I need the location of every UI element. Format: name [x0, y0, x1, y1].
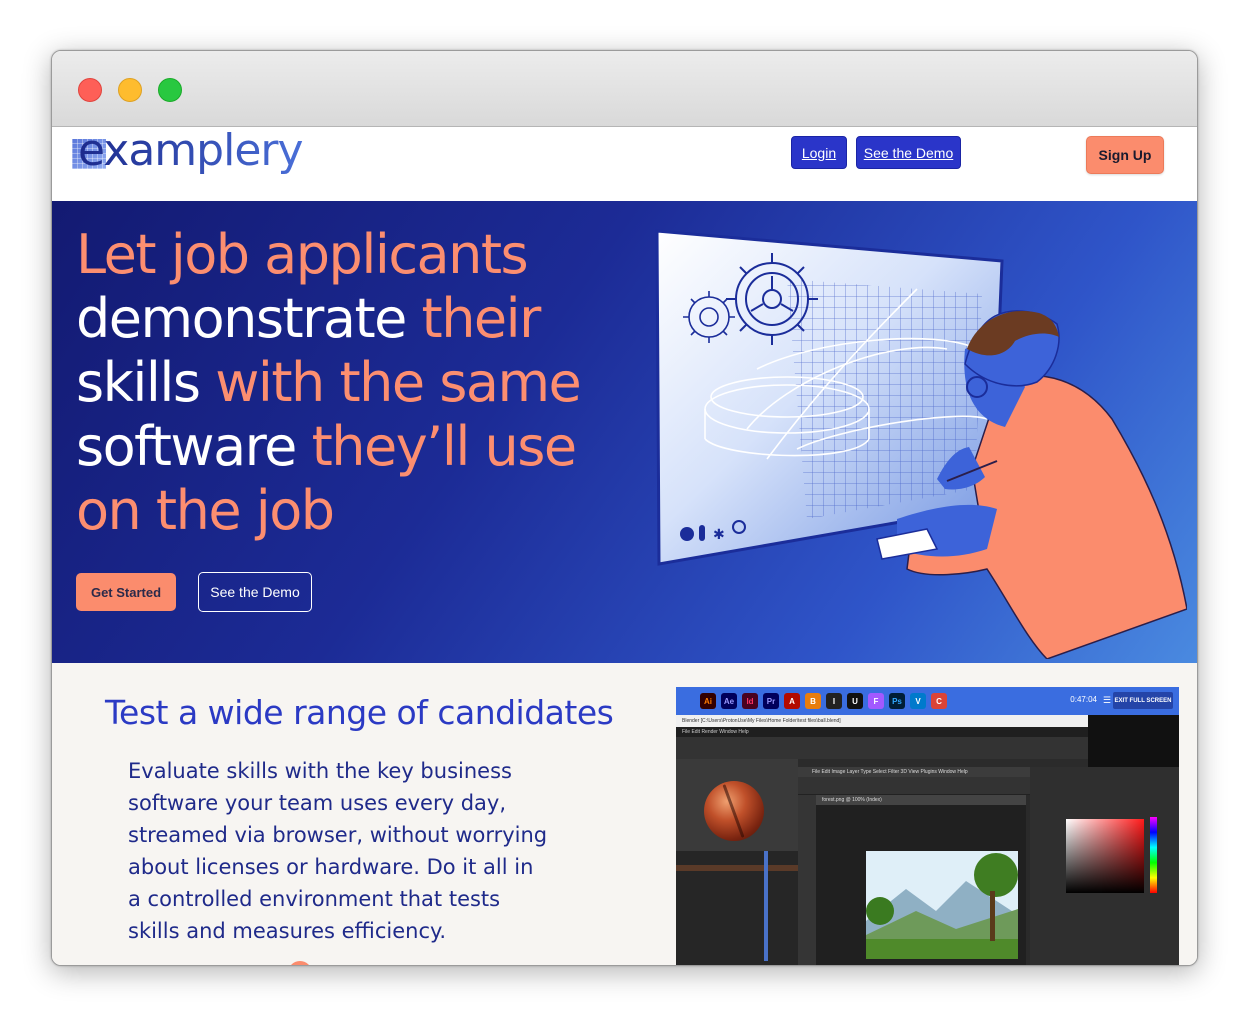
timeline-summary: [676, 865, 798, 871]
hero-section: Let job applicants demonstrate their ski…: [52, 201, 1197, 663]
site-logo[interactable]: examplery: [72, 127, 312, 187]
close-window-button[interactable]: [78, 78, 102, 102]
window-titlebar: [52, 51, 1197, 127]
photoshop-toolbox: [798, 795, 816, 965]
landscape-image: [866, 851, 1018, 959]
headline-part: they’ll use: [311, 415, 578, 478]
headline-part: with the same: [215, 351, 582, 414]
timeline-playhead: [764, 851, 768, 961]
hero-headline: Let job applicants demonstrate their ski…: [76, 223, 596, 543]
get-started-button[interactable]: Get Started: [76, 573, 176, 611]
blender-menu: File Edit Render Window Help: [676, 727, 1088, 737]
minimize-window-button[interactable]: [118, 78, 142, 102]
hero-illustration: ✱: [655, 229, 1187, 659]
photoshop-canvas: [816, 805, 1026, 965]
color-picker[interactable]: [1066, 819, 1144, 893]
blender-title: Blender [C:\Users\ProtonUse\My Files\Hom…: [676, 715, 1088, 727]
blender-icon[interactable]: B: [805, 693, 821, 709]
section-title: Test a wide range of candidates: [105, 693, 614, 732]
session-timer: 0:47:04: [1070, 695, 1097, 704]
blender-toolbar: [676, 737, 1088, 759]
streaming-taskbar: Ai Ae Id Pr A B I U F Ps V C 0:47:04 ☰ EXIT FULL SC…: [676, 687, 1179, 715]
web-page: examplery Login See the Demo Sign Up Let…: [52, 127, 1197, 965]
chrome-icon[interactable]: C: [931, 693, 947, 709]
document-tab: forest.png @ 100% (Index): [816, 795, 1026, 805]
app-screenshot: Ai Ae Id Pr A B I U F Ps V C 0:47:04 ☰ EXIT FULL SC…: [676, 687, 1179, 965]
zoom-window-button[interactable]: [158, 78, 182, 102]
svg-text:✱: ✱: [713, 527, 725, 543]
figma-icon[interactable]: F: [868, 693, 884, 709]
acrobat-icon[interactable]: A: [784, 693, 800, 709]
premiere-icon[interactable]: Pr: [763, 693, 779, 709]
photoshop-window: File Edit Image Layer Type Select Filter…: [798, 767, 1179, 965]
section-body: Evaluate skills with the key business so…: [128, 759, 548, 943]
headline-part: demonstrate: [76, 287, 422, 350]
inkscape-icon[interactable]: I: [826, 693, 842, 709]
sign-up-button[interactable]: Sign Up: [1086, 136, 1164, 174]
blender-viewport: [676, 759, 798, 851]
logo-wordmark: examplery: [78, 127, 304, 176]
see-demo-nav-button[interactable]: See the Demo: [856, 136, 961, 169]
unity-icon[interactable]: U: [847, 693, 863, 709]
features-section: Test a wide range of candidates Evaluate…: [52, 663, 1197, 965]
see-demo-hero-button[interactable]: See the Demo: [198, 572, 312, 612]
illustrator-icon[interactable]: Ai: [700, 693, 716, 709]
menu-icon[interactable]: ☰: [1103, 695, 1111, 706]
headline-part: Let job applicants: [76, 223, 529, 286]
headline-part: their: [421, 287, 542, 350]
headline-part: skills: [76, 351, 216, 414]
after-effects-icon[interactable]: Ae: [721, 693, 737, 709]
login-button[interactable]: Login: [791, 136, 847, 169]
photoshop-panels: [1030, 767, 1179, 965]
headline-part: on the job: [76, 479, 335, 542]
headline-part: software: [76, 415, 312, 478]
decorative-dot: [288, 961, 312, 965]
blender-timeline: [676, 851, 798, 965]
photoshop-icon[interactable]: Ps: [889, 693, 905, 709]
exit-full-screen-button[interactable]: EXIT FULL SCREEN: [1113, 692, 1173, 709]
vscode-icon[interactable]: V: [910, 693, 926, 709]
hue-slider[interactable]: [1150, 817, 1157, 893]
browser-window: examplery Login See the Demo Sign Up Let…: [51, 50, 1198, 966]
indesign-icon[interactable]: Id: [742, 693, 758, 709]
material-ball: [704, 781, 764, 841]
site-header: examplery Login See the Demo Sign Up: [52, 127, 1197, 201]
